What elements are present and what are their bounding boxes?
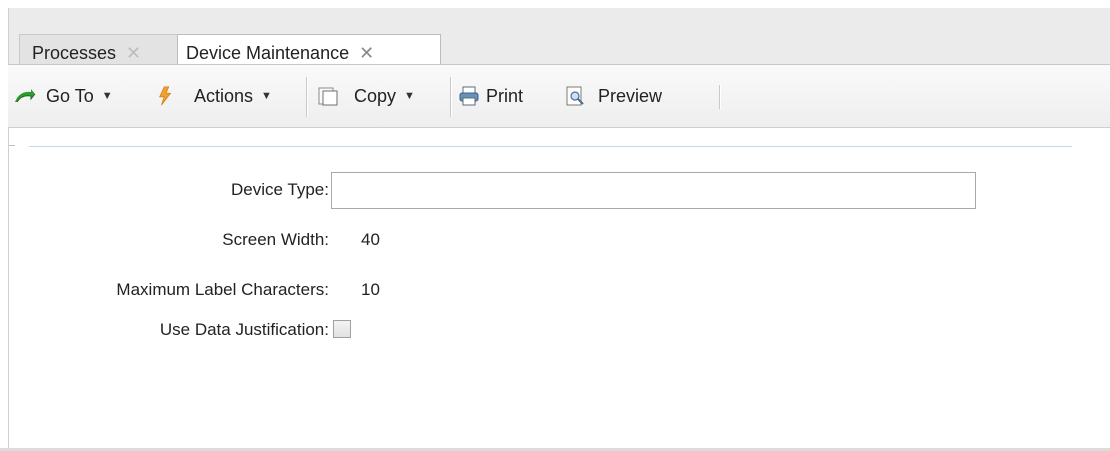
use-data-justification-checkbox[interactable] bbox=[333, 320, 351, 338]
toolbar-separator bbox=[450, 77, 452, 117]
preview-icon bbox=[566, 86, 584, 106]
goto-dropdown-icon: ▼ bbox=[101, 90, 113, 102]
screen-width-value: 40 bbox=[361, 230, 380, 249]
goto-button[interactable]: Go To ▼ bbox=[12, 79, 113, 113]
lightning-icon bbox=[159, 86, 172, 106]
print-label: Print bbox=[486, 85, 524, 106]
device-type-input[interactable] bbox=[331, 172, 976, 209]
copy-dropdown-icon: ▼ bbox=[404, 90, 415, 102]
copy-button[interactable]: Copy ▼ bbox=[316, 79, 415, 113]
screen-width-label: Screen Width: bbox=[222, 230, 329, 249]
print-button[interactable]: Print bbox=[458, 79, 523, 113]
copy-label: Copy bbox=[354, 85, 397, 106]
actions-button[interactable]: Actions ▼ bbox=[156, 79, 272, 113]
tab-processes-label: Processes bbox=[32, 42, 117, 63]
max-label-characters-label: Maximum Label Characters: bbox=[116, 280, 329, 299]
tab-strip: Processes ✕ Device Maintenance ✕ bbox=[8, 8, 1110, 72]
actions-label: Actions bbox=[194, 85, 254, 106]
preview-label: Preview bbox=[598, 85, 663, 106]
use-data-justification-label: Use Data Justification: bbox=[159, 320, 329, 339]
printer-icon bbox=[459, 86, 479, 106]
tab-device-maintenance-close-icon[interactable]: ✕ bbox=[359, 43, 374, 64]
divider-tick bbox=[9, 145, 15, 146]
actions-dropdown-icon: ▼ bbox=[261, 90, 272, 102]
preview-button[interactable]: Preview bbox=[564, 79, 662, 113]
tab-processes-close-icon[interactable]: ✕ bbox=[126, 43, 141, 64]
toolbar-separator bbox=[719, 85, 721, 109]
max-label-characters-value: 10 bbox=[361, 280, 380, 299]
section-divider bbox=[29, 146, 1072, 147]
tab-device-maintenance-label: Device Maintenance bbox=[186, 43, 350, 63]
goto-arrow-icon bbox=[15, 89, 36, 103]
window-top bbox=[0, 0, 1110, 8]
goto-label: Go To bbox=[46, 85, 94, 106]
toolbar-separator bbox=[306, 77, 308, 117]
toolbar: Go To ▼ Actions ▼ Copy ▼ Print Preview bbox=[8, 64, 1110, 128]
device-maintenance-form: Device Type: Screen Width: 40 Maximum La… bbox=[8, 128, 1110, 450]
device-type-label: Device Type: bbox=[231, 180, 329, 199]
copy-icon bbox=[318, 87, 338, 106]
